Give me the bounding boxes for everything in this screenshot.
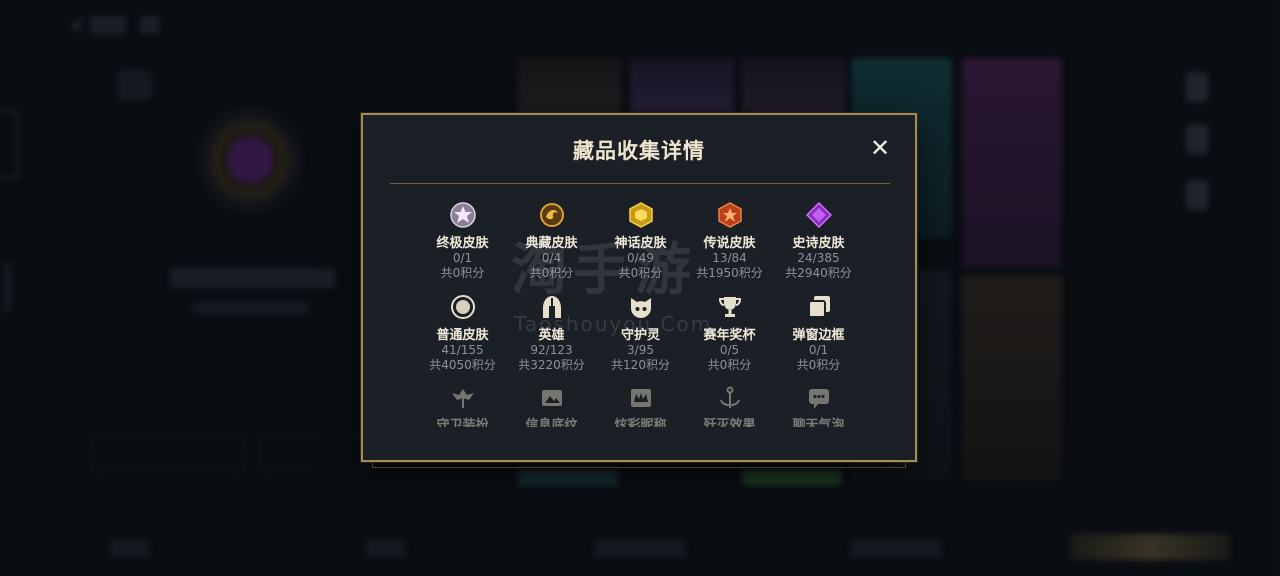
elimination-effect-icon [716,385,744,411]
collection-count: 0/1 [452,251,473,265]
collection-points: 共1950积分 [696,266,763,280]
collection-label: 传说皮肤 [703,236,756,251]
profile-banner-icon [538,385,566,411]
collection-label: 歼灭效果 [703,418,756,427]
collection-item-legendary[interactable]: 传说皮肤 13/84 共1950积分 [685,201,774,293]
collection-item-ultimate[interactable]: 终极皮肤 0/1 共0积分 [418,201,507,293]
epic-skin-gem-icon [805,201,833,229]
collection-points: 共0积分 [707,358,752,372]
collection-item-guardian[interactable]: 守护灵 3/95 共120积分 [596,293,685,385]
collection-count: 0/5 [719,343,740,357]
collection-points: 共120积分 [611,358,670,372]
ward-skin-icon [449,385,477,411]
watermark: 淘手游 [511,238,697,303]
collection-item-ward[interactable]: 守卫装扮 [418,385,507,427]
collection-label: 普通皮肤 [436,328,489,343]
collection-count: 0/1 [808,343,829,357]
collection-points: 共2940积分 [785,266,852,280]
collection-item-elimination[interactable]: 歼灭效果 [685,385,774,427]
collection-item-trophy[interactable]: 赛年奖杯 0/5 共0积分 [685,293,774,385]
collection-item-popup-frame[interactable]: 弹窗边框 0/1 共0积分 [774,293,863,385]
collection-label: 弹窗边框 [792,328,845,343]
collection-points: 共0积分 [796,358,841,372]
modal-title: 藏品收集详情 [573,139,705,163]
title-divider [390,183,890,184]
ultimate-skin-icon [449,201,477,229]
collection-label: 终极皮肤 [436,236,489,251]
common-skin-icon [449,293,477,321]
collection-label: 史诗皮肤 [792,236,845,251]
collection-count: 13/84 [712,251,747,265]
collection-label: 信息底纹 [525,418,578,427]
watermark-url: Taoshouyou.Com [514,312,713,336]
collection-item-banner[interactable]: 信息底纹 [507,385,596,427]
collection-count: 41/155 [441,343,484,357]
collection-item-heroes[interactable]: 英雄 92/123 共3220积分 [507,293,596,385]
collection-label: 炫彩昵称 [614,418,667,427]
chat-bubble-icon [805,385,833,411]
trophy-icon [716,293,744,321]
collection-item-common[interactable]: 普通皮肤 41/155 共4050积分 [418,293,507,385]
collection-label: 守卫装扮 [436,418,489,427]
collection-item-epic[interactable]: 史诗皮肤 24/385 共2940积分 [774,201,863,293]
collection-item-chat-bubble[interactable]: 聊天气泡 [774,385,863,427]
collection-label: 聊天气泡 [792,418,845,427]
collection-count: 3/95 [627,343,654,357]
collection-points: 共3220积分 [518,358,585,372]
frame-icon [805,293,833,321]
close-button[interactable]: ✕ [867,135,893,161]
modal-bottom-lip [372,462,906,468]
legendary-skin-gem-icon [716,201,744,229]
collection-item-colorful-name[interactable]: 炫彩昵称 [596,385,685,427]
collection-points: 共0积分 [440,266,485,280]
colorful-name-icon [627,385,655,411]
collection-count: 92/123 [530,343,573,357]
collection-count: 24/385 [797,251,840,265]
collection-points: 共4050积分 [429,358,496,372]
